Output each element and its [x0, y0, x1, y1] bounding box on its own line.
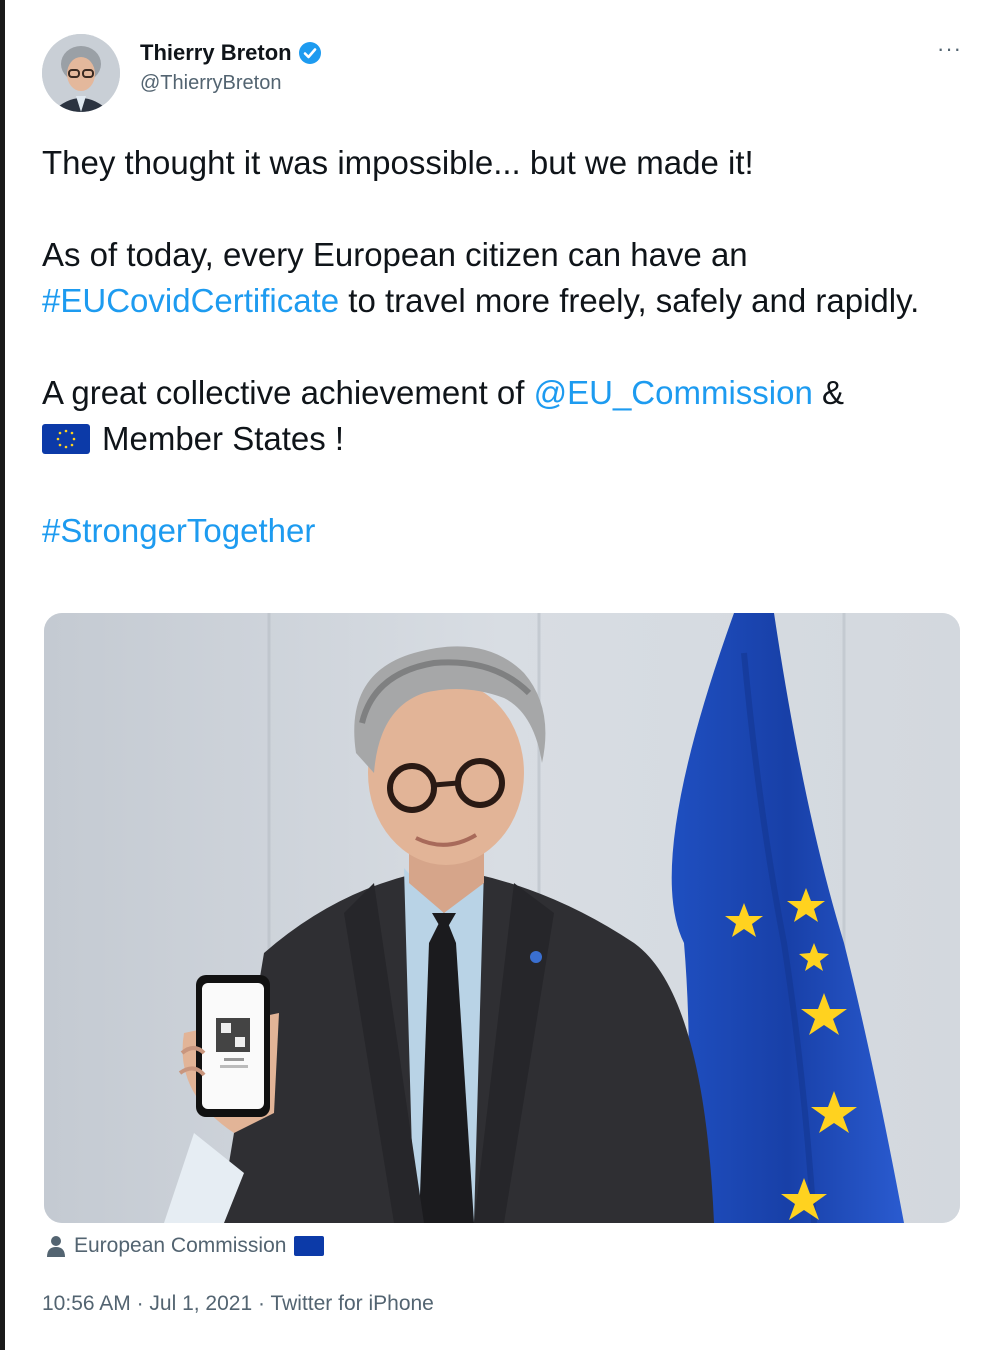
tagged-user-name: European Commission — [74, 1234, 287, 1257]
tweet-body: They thought it was impossible... but we… — [42, 140, 962, 554]
tweet-p3-member-states: Member States ! — [102, 420, 345, 457]
person-icon — [47, 1236, 65, 1257]
avatar[interactable] — [42, 34, 120, 112]
author-name[interactable]: Thierry Breton — [140, 40, 322, 66]
tweet-date[interactable]: Jul 1, 2021 — [149, 1292, 252, 1315]
tweet-p2-text-end: to travel more freely, safely and rapidl… — [339, 282, 920, 319]
author-display-name: Thierry Breton — [140, 40, 292, 65]
tweet-time[interactable]: 10:56 AM — [42, 1292, 131, 1315]
left-edge-bar — [0, 0, 5, 1350]
photo-illustration — [44, 613, 960, 1223]
mention-eu-commission[interactable]: @EU_Commission — [534, 374, 813, 411]
tweet-p3-ampersand: & — [812, 374, 845, 411]
avatar-portrait-icon — [42, 34, 120, 112]
tweet-meta: 10:56 AM · Jul 1, 2021 · Twitter for iPh… — [42, 1292, 434, 1316]
hashtag-eucovidcertificate[interactable]: #EUCovidCertificate — [42, 282, 339, 319]
tweet-p3-text: A great collective achievement of — [42, 374, 534, 411]
tweet-source[interactable]: Twitter for iPhone — [270, 1292, 433, 1315]
author-handle[interactable]: @ThierryBreton — [140, 72, 322, 95]
tweet-p2-text: As of today, every European citizen can … — [42, 236, 748, 273]
author-block: Thierry Breton @ThierryBreton — [140, 40, 322, 95]
tweet-line-1: They thought it was impossible... but we… — [42, 144, 754, 181]
more-options-icon[interactable]: ··· — [937, 38, 962, 60]
media-tag-row[interactable]: European Commission — [46, 1234, 325, 1258]
tweet-paragraph-3-line-2: Member States ! — [42, 416, 962, 462]
meta-separator: · — [252, 1292, 271, 1315]
meta-separator: · — [130, 1292, 150, 1315]
eu-flag-icon — [294, 1236, 325, 1256]
tweet-header: Thierry Breton @ThierryBreton ··· — [42, 34, 962, 114]
tweet-paragraph-3: A great collective achievement of @EU_Co… — [42, 370, 962, 416]
hashtag-strongertogether[interactable]: #StrongerTogether — [42, 512, 315, 549]
tweet-photo[interactable] — [44, 613, 960, 1223]
eu-flag-icon — [42, 424, 90, 454]
verified-badge-icon — [298, 42, 321, 64]
tweet-paragraph-2: As of today, every European citizen can … — [42, 232, 962, 324]
